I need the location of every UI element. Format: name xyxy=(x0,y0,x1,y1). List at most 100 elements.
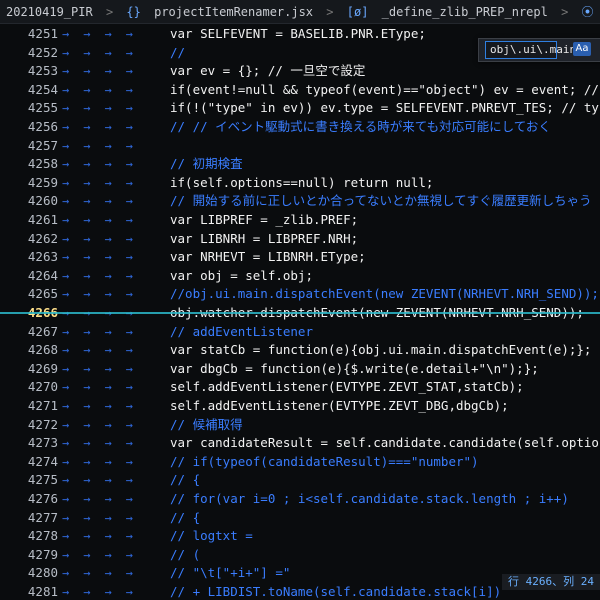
line-number: 4270 xyxy=(27,379,58,395)
code-text[interactable]: var statCb = function(e){obj.ui.main.dis… xyxy=(170,340,591,360)
code-line[interactable]: 4258 →→→→ // 初期検査 xyxy=(0,154,600,174)
code-line[interactable]: 4253 →→→→ var ev = {}; // 一旦空で設定 xyxy=(0,61,600,81)
chevron-right-icon: > xyxy=(561,5,569,19)
code-text[interactable]: // { xyxy=(170,508,200,528)
code-line[interactable]: 4277 →→→→ // { xyxy=(0,508,600,528)
editor-area[interactable]: 4251 →→→→ var SELFEVENT = BASELIB.PNR.ETyp… xyxy=(0,24,600,600)
code-line[interactable]: 4276 →→→→ // for(var i=0 ; i<self.candidat… xyxy=(0,489,600,509)
code-text[interactable]: var obj = self.obj; xyxy=(170,266,313,286)
line-number: 4281 xyxy=(27,584,58,599)
code-text[interactable]: var SELFEVENT = BASELIB.PNR.EType; xyxy=(170,24,426,44)
code-line[interactable]: 4270 →→→→ self.addEventListener(EVTYPE.ZEV… xyxy=(0,377,600,397)
indent-guide: →→→→ xyxy=(62,231,147,246)
indent-guide: →→→→ xyxy=(62,175,147,190)
file-icon: {} xyxy=(126,5,141,19)
code-line[interactable]: 4259 →→→→ if(self.options==null) return nu… xyxy=(0,173,600,193)
code-text[interactable]: var NRHEVT = LIBNRH.EType; xyxy=(170,247,366,267)
match-case-toggle[interactable]: Aa xyxy=(573,42,591,56)
code-text[interactable]: // logtxt = xyxy=(170,526,253,546)
indent-guide: →→→→ xyxy=(62,417,147,432)
cursor-position-status[interactable]: 行 4266、列 24 xyxy=(502,574,600,590)
code-text[interactable]: if(event!=null && typeof(event)=="object… xyxy=(170,80,600,100)
current-line-indicator xyxy=(0,312,600,314)
code-line[interactable]: 4279 →→→→ // ( xyxy=(0,545,600,565)
code-line[interactable]: 4262 →→→→ var LIBNRH = LIBPREF.NRH; xyxy=(0,229,600,249)
code-line[interactable]: 4273 →→→→ var candidateResult = self.candi… xyxy=(0,433,600,453)
code-text[interactable]: // if(typeof(candidateResult)==="number"… xyxy=(170,452,479,472)
code-line[interactable]: 4265 →→→→ //obj.ui.main.dispatchEvent(new … xyxy=(0,284,600,304)
find-input[interactable]: obj\.ui\.main xyxy=(485,41,576,59)
code-line[interactable]: 4274 →→→→ // if(typeof(candidateResult)===… xyxy=(0,452,600,472)
code-text[interactable]: var dbgCb = function(e){$.write(e.detail… xyxy=(170,359,539,379)
line-number: 4280 xyxy=(27,565,58,581)
line-number: 4277 xyxy=(27,509,58,525)
code-text[interactable]: // // イベント駆動式に書き換える時が来ても対応可能にしておく xyxy=(170,117,551,137)
code-text[interactable]: // ( xyxy=(170,545,200,565)
code-line[interactable]: 4256 →→→→ // // イベント駆動式に書き換える時が来ても対応可能にしてお… xyxy=(0,117,600,137)
breadcrumb: 20210419_PIR > {} projectItemRenamer.jsx… xyxy=(0,0,600,24)
code-text[interactable]: // 候補取得 xyxy=(170,415,243,435)
indent-guide: →→→→ xyxy=(62,64,147,79)
indent-guide: →→→→ xyxy=(62,194,147,209)
line-number: 4271 xyxy=(27,398,58,413)
line-number: 4268 xyxy=(27,342,58,358)
code-text[interactable]: // addEventListener xyxy=(170,322,313,342)
indent-guide: →→→→ xyxy=(62,585,147,599)
line-number: 4267 xyxy=(27,323,58,339)
code-line[interactable]: 4267 →→→→ // addEventListener xyxy=(0,322,600,342)
code-line[interactable]: 4254 →→→→ if(event!=null && typeof(event)=… xyxy=(0,80,600,100)
code-text[interactable]: // { xyxy=(170,470,200,490)
find-widget[interactable]: obj\.ui\.main Aa xyxy=(478,38,600,62)
breadcrumb-folder[interactable]: 20210419_PIR xyxy=(6,5,93,19)
indent-guide: →→→→ xyxy=(62,547,147,562)
code-line[interactable]: 4278 →→→→ // logtxt = xyxy=(0,526,600,546)
indent-guide: →→→→ xyxy=(62,268,147,283)
code-text[interactable]: self.addEventListener(EVTYPE.ZEVT_DBG,db… xyxy=(170,396,509,416)
code-text[interactable]: // 初期検査 xyxy=(170,154,243,174)
code-line[interactable]: 4264 →→→→ var obj = self.obj; xyxy=(0,266,600,286)
code-text[interactable]: self.addEventListener(EVTYPE.ZEVT_STAT,s… xyxy=(170,377,524,397)
code-text[interactable]: var LIBNRH = LIBPREF.NRH; xyxy=(170,229,358,249)
indent-guide: →→→→ xyxy=(62,343,147,358)
indent-guide: →→→→ xyxy=(62,250,147,265)
code-text[interactable]: var LIBPREF = _zlib.PREF; xyxy=(170,210,358,230)
code-text[interactable]: if(self.options==null) return null; xyxy=(170,173,433,193)
code-line[interactable]: 4268 →→→→ var statCb = function(e){obj.ui.… xyxy=(0,340,600,360)
code-line[interactable]: 4255 →→→→ if(!("type" in ev)) ev.type = SE… xyxy=(0,98,600,118)
indent-guide: →→→→ xyxy=(62,27,147,41)
indent-guide: →→→→ xyxy=(62,324,147,339)
code-line[interactable]: 4275 →→→→ // { xyxy=(0,470,600,490)
breadcrumb-file[interactable]: projectItemRenamer.jsx xyxy=(154,5,313,19)
code-line[interactable]: 4263 →→→→ var NRHEVT = LIBNRH.EType; xyxy=(0,247,600,267)
code-text[interactable]: if(!("type" in ev)) ev.type = SELFEVENT.… xyxy=(170,98,600,118)
indent-guide: →→→→ xyxy=(62,529,147,544)
line-number: 4254 xyxy=(27,81,58,97)
indent-guide: →→→→ xyxy=(62,287,147,302)
code-text[interactable]: // for(var i=0 ; i<self.candidate.stack.… xyxy=(170,489,569,509)
function-icon: [ø] xyxy=(346,5,369,19)
indent-guide: →→→→ xyxy=(62,101,147,116)
line-number: 4272 xyxy=(27,416,58,432)
line-number: 4261 xyxy=(27,212,58,227)
code-line[interactable]: 4260 →→→→ // 開始する前に正しいとか合ってないとか無視してすぐ履歴更新し… xyxy=(0,191,600,211)
line-number: 4264 xyxy=(27,267,58,283)
code-text[interactable]: // 開始する前に正しいとか合ってないとか無視してすぐ履歴更新しちゃう xyxy=(170,191,592,211)
code-text[interactable]: var candidateResult = self.candidate.can… xyxy=(170,433,600,453)
code-text[interactable]: var ev = {}; // 一旦空で設定 xyxy=(170,61,365,81)
breadcrumb-function[interactable]: _define_zlib_PREP_nrepl xyxy=(382,5,548,19)
code-line[interactable]: 4269 →→→→ var dbgCb = function(e){$.write(… xyxy=(0,359,600,379)
code-line[interactable]: 4271 →→→→ self.addEventListener(EVTYPE.ZEV… xyxy=(0,396,600,416)
code-line[interactable]: 4272 →→→→ // 候補取得 xyxy=(0,415,600,435)
line-number: 4275 xyxy=(27,472,58,488)
indent-guide: →→→→ xyxy=(62,82,147,97)
code-editor-window: 20210419_PIR > {} projectItemRenamer.jsx… xyxy=(0,0,600,600)
line-number: 4278 xyxy=(27,528,58,544)
line-number: 4269 xyxy=(27,360,58,376)
code-text[interactable]: // + LIBDIST.toName(self.candidate.stack… xyxy=(170,582,501,600)
code-text[interactable]: // "\t["+i+"] =" xyxy=(170,563,290,583)
code-text[interactable]: // xyxy=(170,43,185,63)
code-line[interactable]: 4257 →→→→ xyxy=(0,136,600,156)
code-line[interactable]: 4261 →→→→ var LIBPREF = _zlib.PREF; xyxy=(0,210,600,230)
indent-guide: →→→→ xyxy=(62,361,147,376)
code-text[interactable]: //obj.ui.main.dispatchEvent(new ZEVENT(N… xyxy=(170,284,599,304)
